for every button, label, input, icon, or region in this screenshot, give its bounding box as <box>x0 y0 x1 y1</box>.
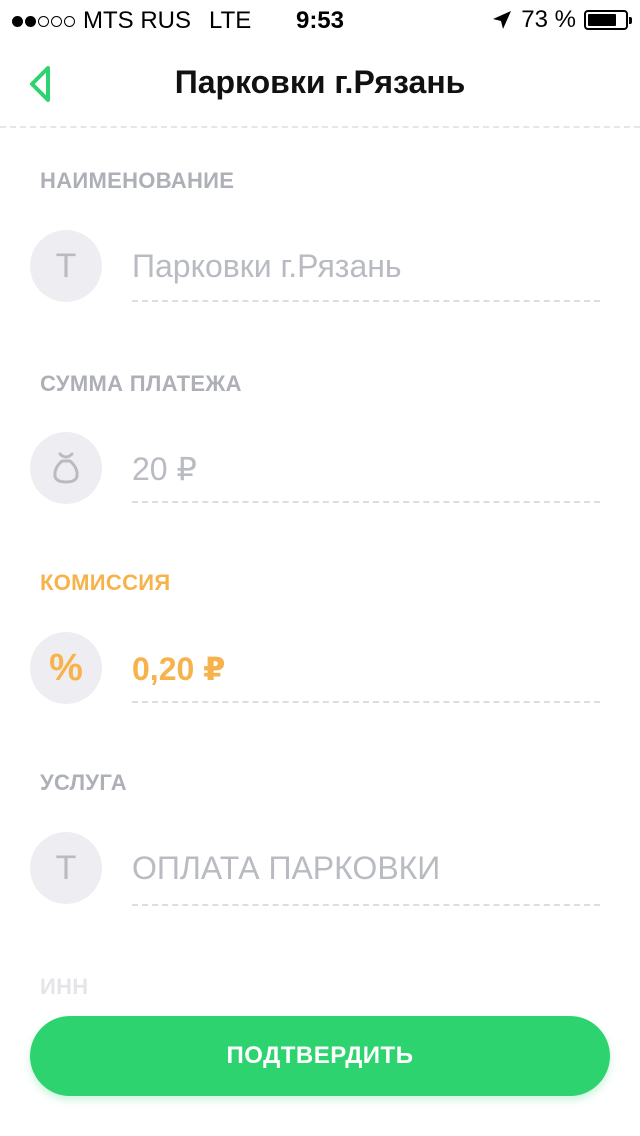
battery-icon <box>584 10 632 30</box>
status-right: 73 % <box>491 6 632 34</box>
inn-label: ИНН <box>40 974 89 999</box>
text-t-icon: T <box>55 848 77 887</box>
money-bag-icon <box>53 452 79 484</box>
navigation-bar: Парковки г.Рязань <box>0 40 640 128</box>
amount-field-underline <box>132 501 600 503</box>
location-arrow-icon <box>493 11 512 29</box>
service-icon-circle: T <box>30 832 102 904</box>
commission-icon-circle: % <box>30 632 102 704</box>
commission-label: КОМИССИЯ <box>40 570 171 595</box>
amount-icon-circle <box>30 432 102 504</box>
service-field[interactable]: ОПЛАТА ПАРКОВКИ <box>132 850 440 887</box>
page-title: Парковки г.Рязань <box>174 64 466 100</box>
commission-underline <box>132 701 600 703</box>
name-label: НАИМЕНОВАНИЕ <box>40 168 235 193</box>
service-field-underline <box>132 904 600 906</box>
percent-icon: % <box>49 646 83 689</box>
confirm-button[interactable]: ПОДТВЕРДИТЬ <box>30 1016 610 1096</box>
name-icon-circle: T <box>30 230 102 302</box>
text-t-icon: T <box>55 246 77 285</box>
name-field-underline <box>132 300 600 302</box>
amount-field[interactable]: 20 ₽ <box>132 450 197 488</box>
amount-label: СУММА ПЛАТЕЖА <box>40 371 242 396</box>
status-bar: MTS RUS LTE 9:53 73 % <box>0 0 640 40</box>
commission-value: 0,20 ₽ <box>132 651 226 687</box>
name-field[interactable]: Парковки г.Рязань <box>132 248 402 285</box>
service-label: УСЛУГА <box>40 770 127 795</box>
battery-percent: 73 % <box>521 6 576 33</box>
